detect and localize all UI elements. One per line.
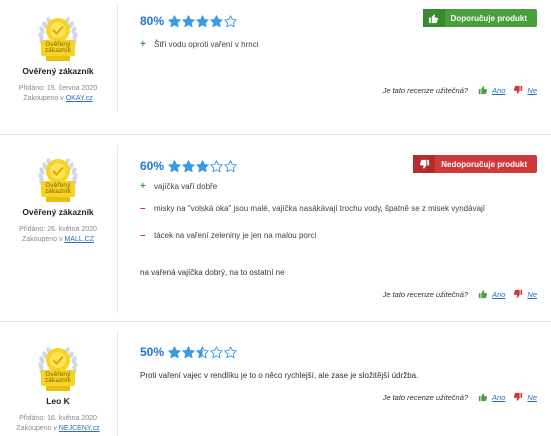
helpful-yes-link[interactable]: Ano (492, 393, 505, 402)
recommend-badge: Nedoporučuje produkt (413, 155, 537, 173)
con-item: – misky na "volská oka" jsou malé, vajíč… (140, 203, 486, 214)
recommend-label: Nedoporučuje produkt (441, 159, 527, 169)
helpful-question: Je tato recenze užitečná? (382, 85, 469, 95)
shop-link[interactable]: MALL.CZ (64, 236, 94, 243)
star-empty-icon (224, 159, 237, 172)
minus-icon: – (140, 230, 146, 241)
rating-percent: 80% (140, 14, 165, 28)
bought-at: Zakoupeno v MALL.CZ (22, 236, 94, 243)
review-1: Ověřený zákazník Ověřený zákazník Přidáno… (0, 0, 551, 134)
helpful-no-link[interactable]: Ne (527, 393, 537, 402)
verified-badge: Ověřený zákazník (36, 12, 80, 64)
helpful-no-link[interactable]: Ne (527, 290, 537, 299)
thumbs-up-icon[interactable] (478, 85, 488, 95)
helpful-question: Je tato recenze užitečná? (382, 289, 469, 299)
author-name: Leo K (46, 396, 70, 406)
plus-icon: + (140, 39, 146, 50)
thumbs-up-icon[interactable] (478, 289, 488, 299)
star-empty-icon (224, 345, 237, 358)
rating-stars (168, 345, 237, 359)
rating: 50% (140, 342, 237, 362)
laurel-badge-icon (38, 158, 78, 202)
helpful-vote: Je tato recenze užitečná? Ano Ne (383, 85, 537, 95)
star-full-icon (210, 14, 223, 27)
column-divider (117, 4, 118, 112)
reviewer-panel: Ověřený zákazník Leo K Přidáno: 16. květn… (0, 342, 116, 434)
recommend-badge: Doporučuje produkt (422, 9, 537, 27)
thumbs-down-icon[interactable] (513, 289, 523, 299)
helpful-vote: Je tato recenze užitečná? Ano Ne (383, 392, 537, 402)
star-full-icon (168, 159, 181, 172)
recommend-label: Doporučuje produkt (450, 13, 527, 23)
laurel-badge-icon (38, 17, 78, 61)
star-half-icon (196, 345, 209, 358)
reviewer-panel: Ověřený zákazník Ověřený zákazník Přidáno… (0, 12, 116, 104)
helpful-question: Je tato recenze užitečná? (382, 392, 469, 402)
bought-at: Zakoupeno v OKAY.cz (23, 95, 93, 102)
star-full-icon (182, 159, 195, 172)
badge-label: Ověřený zákazník (45, 371, 71, 384)
thumbs-down-icon[interactable] (513, 392, 523, 402)
helpful-yes-link[interactable]: Ano (492, 86, 505, 95)
added-date: Přidáno: 15. června 2020 (18, 85, 98, 92)
star-full-icon (196, 159, 209, 172)
added-date: Přidáno: 16. května 2020 (19, 415, 97, 422)
rating-stars (168, 14, 237, 28)
star-full-icon (182, 14, 195, 27)
star-empty-icon (210, 159, 223, 172)
badge-label: Ověřený zákazník (45, 182, 71, 195)
star-full-icon (182, 345, 195, 358)
rating: 60% (140, 156, 237, 176)
minus-icon: – (140, 203, 146, 214)
author-name: Ověřený zákazník (22, 66, 94, 76)
helpful-yes-link[interactable]: Ano (492, 290, 505, 299)
pro-item: + vajíčka vaří dobře (140, 181, 218, 192)
rating-percent: 60% (140, 159, 165, 173)
shop-link[interactable]: NEJCENY.cz (59, 425, 100, 432)
review-text: Proti vaření vajec v rendlíku je to o ně… (140, 371, 419, 380)
star-full-icon (168, 14, 181, 27)
column-divider (117, 330, 118, 436)
rating: 80% (140, 11, 237, 31)
badge-label: Ověřený zákazník (45, 41, 71, 54)
author-name: Ověřený zákazník (22, 207, 94, 217)
thumbs-down-icon (413, 155, 436, 173)
con-item: – tácek na vaření zeleniny je jen na mal… (140, 230, 317, 241)
laurel-badge-icon (38, 347, 78, 391)
reviewer-panel: Ověřený zákazník Ověřený zákazník Přidáno… (0, 153, 116, 245)
star-empty-icon (224, 14, 237, 27)
star-empty-icon (210, 345, 223, 358)
review-2: Ověřený zákazník Ověřený zákazník Přidáno… (0, 135, 551, 321)
helpful-no-link[interactable]: Ne (527, 86, 537, 95)
thumbs-down-icon[interactable] (513, 85, 523, 95)
rating-percent: 50% (140, 345, 165, 359)
thumbs-up-icon[interactable] (478, 392, 488, 402)
shop-link[interactable]: OKAY.cz (66, 95, 93, 102)
plus-icon: + (140, 181, 146, 192)
verified-badge: Ověřený zákazník (36, 153, 80, 205)
verified-badge: Ověřený zákazník (36, 342, 80, 394)
rating-stars (168, 159, 237, 173)
pro-item: + Štří vodu oproti vaření v hrnci (140, 39, 259, 50)
star-full-icon (168, 345, 181, 358)
bought-at: Zakoupeno v NEJCENY.cz (16, 425, 100, 432)
column-divider (117, 145, 118, 313)
review-text: na vařená vajíčka dobrý, na to ostatní n… (140, 268, 285, 277)
added-date: Přidáno: 26. května 2020 (19, 226, 97, 233)
helpful-vote: Je tato recenze užitečná? Ano Ne (383, 289, 537, 299)
review-3: Ověřený zákazník Leo K Přidáno: 16. květn… (0, 322, 551, 436)
star-full-icon (196, 14, 209, 27)
thumbs-up-icon (422, 9, 445, 27)
